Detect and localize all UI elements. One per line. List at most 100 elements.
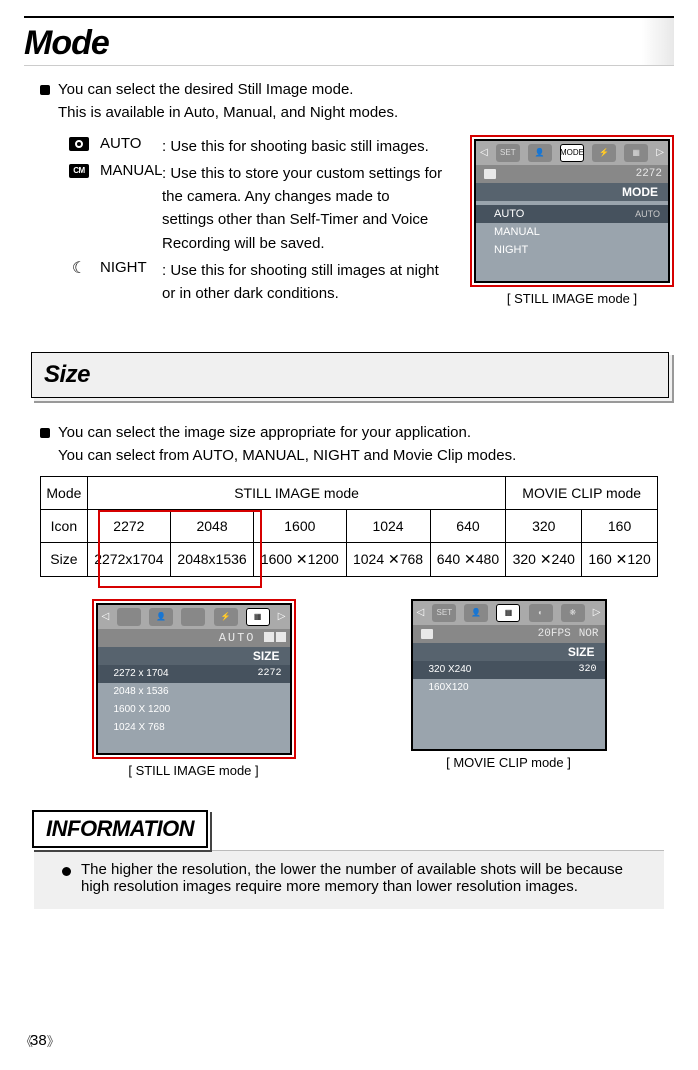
card-icon	[421, 629, 433, 639]
square-icon	[264, 632, 274, 642]
cm-icon: CM	[68, 162, 90, 180]
left-arrow-icon[interactable]: ◁	[417, 607, 425, 618]
osd-item-night-label: NIGHT	[494, 244, 528, 256]
osd-tab-4[interactable]: ◐	[529, 604, 553, 622]
mode-label-auto: AUTO	[100, 135, 162, 152]
mode-list: AUTO : Use this for shooting basic still…	[68, 135, 458, 310]
osd-tab-bar: ◁ SET 👤 MODE ⚡ ▦ ▷	[476, 141, 668, 165]
size-intro-1: You can select the image size appropriat…	[58, 423, 471, 443]
info-title-box: INFORMATION	[34, 812, 212, 852]
osd-section-title: SIZE	[413, 643, 605, 661]
osd-item-value: 2272	[257, 668, 281, 679]
osd-item-label: 2048 x 1536	[114, 686, 169, 697]
osd-item-auto-value: AUTO	[635, 209, 660, 219]
right-arrow-icon[interactable]: ▷	[593, 607, 601, 618]
mode-block: AUTO : Use this for shooting basic still…	[24, 135, 674, 310]
mode-desc-night-2: or in other dark conditions.	[162, 282, 458, 305]
cell-size-160: 160 ✕120	[582, 542, 658, 576]
osd-size-item-2[interactable]: 2048 x 1536	[98, 683, 290, 701]
card-icon	[484, 169, 496, 179]
osd-size-item-3[interactable]: 1600 X 1200	[98, 701, 290, 719]
size-intro-2: You can select from AUTO, MANUAL, NIGHT …	[58, 447, 674, 464]
osd-tab-5[interactable]: ▦	[246, 608, 270, 626]
circle-bullet-icon	[62, 867, 71, 876]
info-text: The higher the resolution, the lower the…	[81, 861, 644, 895]
osd-auto-label: AUTO	[98, 629, 290, 647]
intro-line1: You can select the desired Still Image m…	[58, 80, 353, 100]
cell-movie-header: MOVIE CLIP mode	[506, 476, 658, 509]
cell-icon-label: Icon	[41, 509, 88, 542]
mode-item-auto: AUTO : Use this for shooting basic still…	[68, 135, 458, 158]
osd-item-value: 320	[578, 664, 596, 675]
cell-mode: Mode	[41, 476, 88, 509]
osd-item-auto[interactable]: AUTO AUTO	[476, 205, 668, 223]
osd-tab-4[interactable]: ⚡	[214, 608, 238, 626]
osd-item-manual-label: MANUAL	[494, 226, 540, 238]
mode-desc-night-1: : Use this for shooting still images at …	[162, 259, 458, 282]
osd-size-body: 2272 x 1704 2272 2048 x 1536 1600 X 1200…	[98, 665, 290, 753]
osd-movie-item-1[interactable]: 320 X240 320	[413, 661, 605, 679]
cell-icon-320: 320	[506, 509, 582, 542]
chevron-right-icon: 》	[47, 1031, 57, 1050]
moon-icon: ☾	[68, 259, 90, 277]
osd-mode-caption: [ STILL IMAGE mode ]	[470, 291, 674, 306]
left-arrow-icon[interactable]: ◁	[102, 611, 110, 622]
cell-icon-2048: 2048	[170, 509, 253, 542]
cell-size-2272: 2272x1704	[87, 542, 170, 576]
square-bullet-icon	[40, 428, 50, 438]
square-bullet-icon	[40, 85, 50, 95]
mode-desc-manual-2: the camera. Any changes made to	[162, 185, 458, 208]
page-number: 《 38 》	[20, 1031, 57, 1050]
cell-still-header: STILL IMAGE mode	[87, 476, 506, 509]
cell-icon-1024: 1024	[346, 509, 430, 542]
mode-label-night: NIGHT	[100, 259, 162, 276]
osd-size-item-1[interactable]: 2272 x 1704 2272	[98, 665, 290, 683]
osd-still-col: ◁ 👤 ⚡ ▦ ▷ AUTO SIZE	[92, 599, 296, 778]
cell-icon-2272: 2272	[87, 509, 170, 542]
osd-tab-mode[interactable]: MODE	[560, 144, 584, 162]
information-section: INFORMATION The higher the resolution, t…	[34, 812, 664, 909]
right-arrow-icon[interactable]: ▷	[656, 147, 664, 158]
left-arrow-icon[interactable]: ◁	[480, 147, 488, 158]
osd-tab-1[interactable]	[117, 608, 141, 626]
intro-line2: This is available in Auto, Manual, and N…	[58, 104, 674, 121]
right-arrow-icon[interactable]: ▷	[278, 611, 286, 622]
cell-size-640: 640 ✕480	[430, 542, 506, 576]
cell-icon-1600: 1600	[254, 509, 346, 542]
osd-item-night[interactable]: NIGHT	[476, 241, 668, 259]
square-icon	[276, 632, 286, 642]
osd-item-auto-label: AUTO	[494, 208, 524, 220]
osd-tab-3[interactable]	[181, 608, 205, 626]
osd-tab-flash[interactable]: ⚡	[592, 144, 616, 162]
osd-tab-3[interactable]: ▦	[496, 604, 520, 622]
size-table-wrap: Mode STILL IMAGE mode MOVIE CLIP mode Ic…	[40, 476, 658, 577]
cell-icon-160: 160	[582, 509, 658, 542]
osd-tab-2[interactable]: 👤	[149, 608, 173, 626]
osd-item-manual[interactable]: MANUAL	[476, 223, 668, 241]
mode-desc-manual-4: Recording will be saved.	[162, 232, 458, 255]
mode-item-night: ☾ NIGHT : Use this for shooting still im…	[68, 259, 458, 306]
cell-icon-640: 640	[430, 509, 506, 542]
osd-tab-5[interactable]: ❋	[561, 604, 585, 622]
osd-movie-item-2[interactable]: 160X120	[413, 679, 605, 697]
osd-tab-2[interactable]: 👤	[464, 604, 488, 622]
osd-nor-label: NOR	[579, 628, 599, 640]
cell-size-label: Size	[41, 542, 88, 576]
osd-item-label: 2272 x 1704	[114, 668, 169, 679]
page-title: Mode	[24, 24, 674, 63]
mode-item-manual: CM MANUAL : Use this to store your custo…	[68, 162, 458, 255]
table-row: Size 2272x1704 2048x1536 1600 ✕1200 1024…	[41, 542, 658, 576]
osd-still-caption: [ STILL IMAGE mode ]	[128, 763, 258, 778]
page-header: Mode	[24, 16, 674, 66]
osd-tab-set[interactable]: SET	[496, 144, 520, 162]
size-section-title: Size	[44, 361, 656, 389]
osd-size-item-4[interactable]: 1024 X 768	[98, 719, 290, 737]
osd-tab-bar: ◁ SET 👤 ▦ ◐ ❋ ▷	[413, 601, 605, 625]
osd-tab-person[interactable]: 👤	[528, 144, 552, 162]
size-intro-row: You can select the image size appropriat…	[40, 423, 658, 443]
osd-tab-1[interactable]: SET	[432, 604, 456, 622]
camera-icon	[68, 135, 90, 153]
osd-tab-grid[interactable]: ▦	[624, 144, 648, 162]
osd-item-label: 1600 X 1200	[114, 704, 171, 715]
osd-item-label: 160X120	[429, 682, 469, 693]
